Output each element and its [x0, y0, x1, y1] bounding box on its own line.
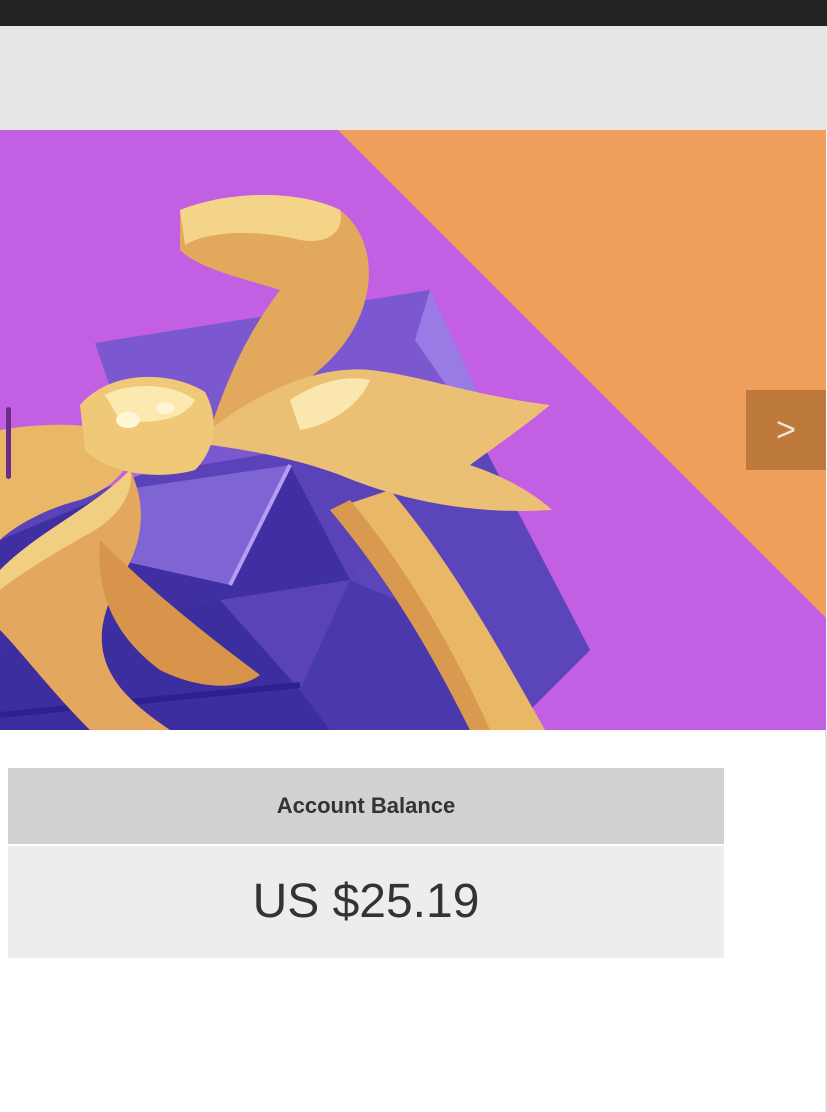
- carousel-scroll-indicator: [6, 407, 11, 479]
- promo-carousel-banner[interactable]: [0, 130, 826, 730]
- account-balance-title: Account Balance: [8, 768, 724, 844]
- account-balance-amount: US $25.19: [8, 846, 724, 958]
- account-balance-card: Account Balance US $25.19: [8, 768, 724, 958]
- gift-box-illustration: [0, 130, 826, 730]
- carousel-next-button[interactable]: >: [746, 390, 826, 470]
- header-band: [0, 26, 827, 130]
- top-bar: [0, 0, 827, 26]
